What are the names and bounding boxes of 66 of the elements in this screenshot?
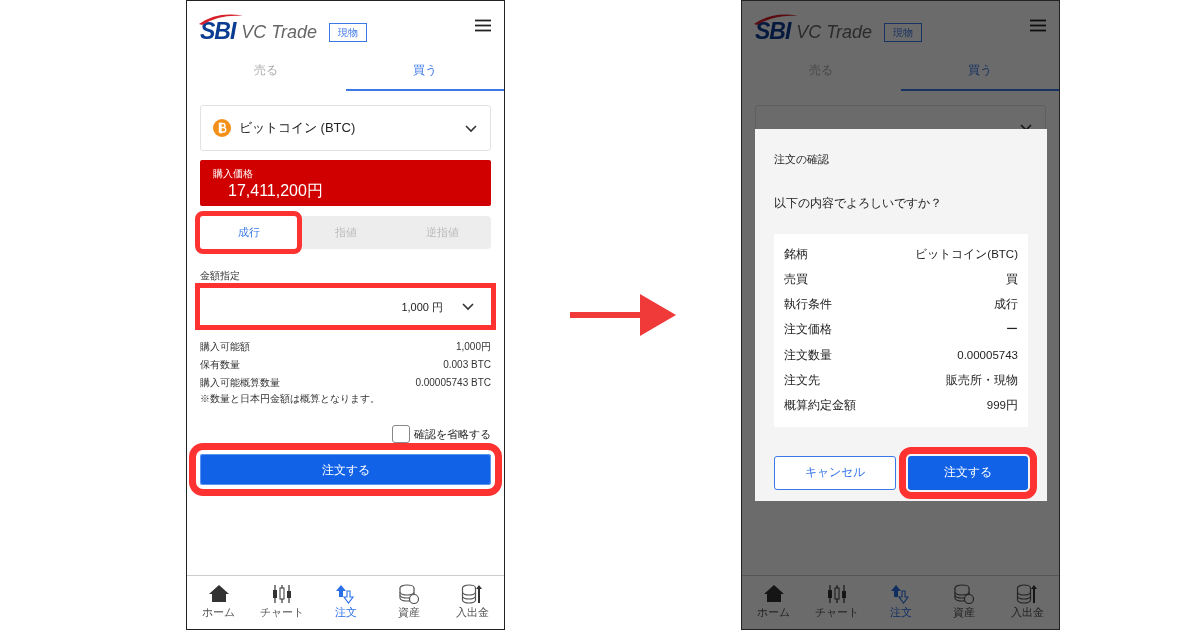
candlestick-chart-icon [826,584,849,605]
summary-value: 販売所・現物 [946,373,1018,388]
nav-item[interactable]: 注文 [313,576,378,629]
nav-item[interactable]: チャート [805,576,869,629]
nav-item[interactable]: 資産 [377,576,441,629]
info-label: 保有数量 [200,357,240,372]
summary-value: 999円 [986,398,1018,414]
nav-item[interactable]: 注文 [868,576,933,629]
note-text: ※数量と日本円金額は概算となります。 [200,392,381,407]
summary-label: 銘柄 [784,246,808,262]
cancel-button[interactable]: キャンセル [774,455,896,490]
up-down-arrows-icon [889,584,912,605]
checkbox[interactable] [392,425,410,444]
up-down-arrows-icon [334,584,357,605]
right-arrow-icon [570,294,676,336]
logo-text: VC Trade [241,23,318,43]
nav-item[interactable]: ホーム [187,576,251,629]
logo-mark: SBI [755,20,791,43]
summary-label: 注文価格 [784,322,832,338]
coins-arrow-icon [1016,584,1039,605]
nav-item[interactable]: チャート [250,576,314,629]
home-icon [762,584,785,605]
menu-icon[interactable] [475,18,491,32]
summary-value: 買 [1006,271,1018,287]
coin-select[interactable]: ビットコイン (BTC) [200,105,491,151]
summary-value: 成行 [994,297,1018,313]
chevron-down-icon [461,302,475,312]
checkbox-label: 確認を省略する [414,427,491,442]
summary-label: 執行条件 [784,297,832,313]
coins-icon [397,584,420,605]
info-value: 1,000円 [455,339,491,354]
coins-icon [952,584,975,605]
summary-value: 0.00005743 [957,347,1018,363]
market-badge: 現物 [884,22,923,42]
price-value: 17,411,200円 [228,181,324,201]
home-icon [207,584,230,605]
info-label: 購入可能概算数量 [200,375,280,390]
logo-mark: SBI [200,20,236,43]
coins-arrow-icon [461,584,484,605]
info-label: 購入可能額 [200,339,250,354]
nav-item[interactable]: ホーム [742,576,806,629]
summary-label: 売買 [784,271,808,287]
dialog-message: 以下の内容でよろしいですか？ [774,194,943,212]
chevron-down-icon [1019,123,1033,132]
summary-label: 注文先 [784,373,820,388]
logo-text: VC Trade [796,23,873,43]
trade-tab[interactable]: 売る [187,51,346,91]
summary-label: 注文数量 [784,347,832,363]
bitcoin-icon [213,119,231,137]
info-value: 0.003 BTC [443,357,491,372]
coin-name: ビットコイン (BTC) [239,119,356,138]
chevron-down-icon [464,123,478,133]
field-label: 金額指定 [200,269,241,283]
summary-value: ビットコイン(BTC) [915,246,1018,262]
nav-item[interactable]: 資産 [932,576,996,629]
nav-item[interactable]: 入出金 [995,576,1059,629]
info-value: 0.00005743 BTC [415,375,491,390]
nav-item[interactable]: 入出金 [440,576,504,629]
summary-value: ー [1006,322,1018,338]
summary-label: 概算約定金額 [784,398,856,414]
dialog-title: 注文の確認 [774,152,830,167]
market-badge: 現物 [329,22,368,42]
candlestick-chart-icon [271,584,294,605]
price-label: 購入価格 [213,167,254,181]
trade-tab[interactable]: 買う [345,51,504,91]
trade-tab[interactable]: 買う [900,51,1059,91]
